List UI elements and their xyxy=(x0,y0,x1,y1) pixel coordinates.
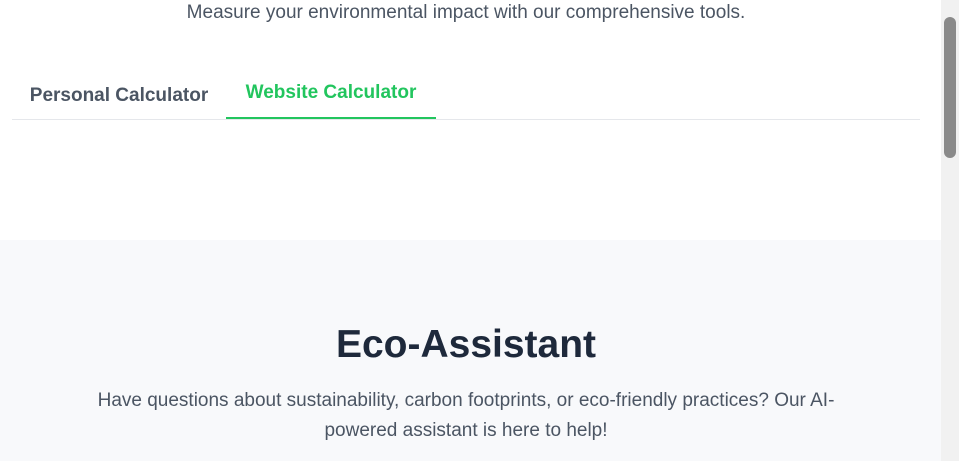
calculator-subtitle: Measure your environmental impact with o… xyxy=(186,2,746,23)
page-viewport: Measure your environmental impact with o… xyxy=(0,0,959,461)
page-content: Measure your environmental impact with o… xyxy=(0,0,941,461)
tab-website-calculator[interactable]: Website Calculator xyxy=(226,72,436,119)
eco-assistant-title: Eco-Assistant xyxy=(335,323,597,366)
eco-assistant-description: Have questions about sustainability, car… xyxy=(97,390,835,441)
tab-personal-calculator[interactable]: Personal Calculator xyxy=(12,72,226,118)
calculator-tabs: Personal Calculator Website Calculator xyxy=(12,72,920,120)
scrollbar-thumb[interactable] xyxy=(944,17,956,158)
vertical-scrollbar[interactable] xyxy=(941,0,959,461)
eco-assistant-section: Eco-Assistant Have questions about susta… xyxy=(0,240,941,461)
